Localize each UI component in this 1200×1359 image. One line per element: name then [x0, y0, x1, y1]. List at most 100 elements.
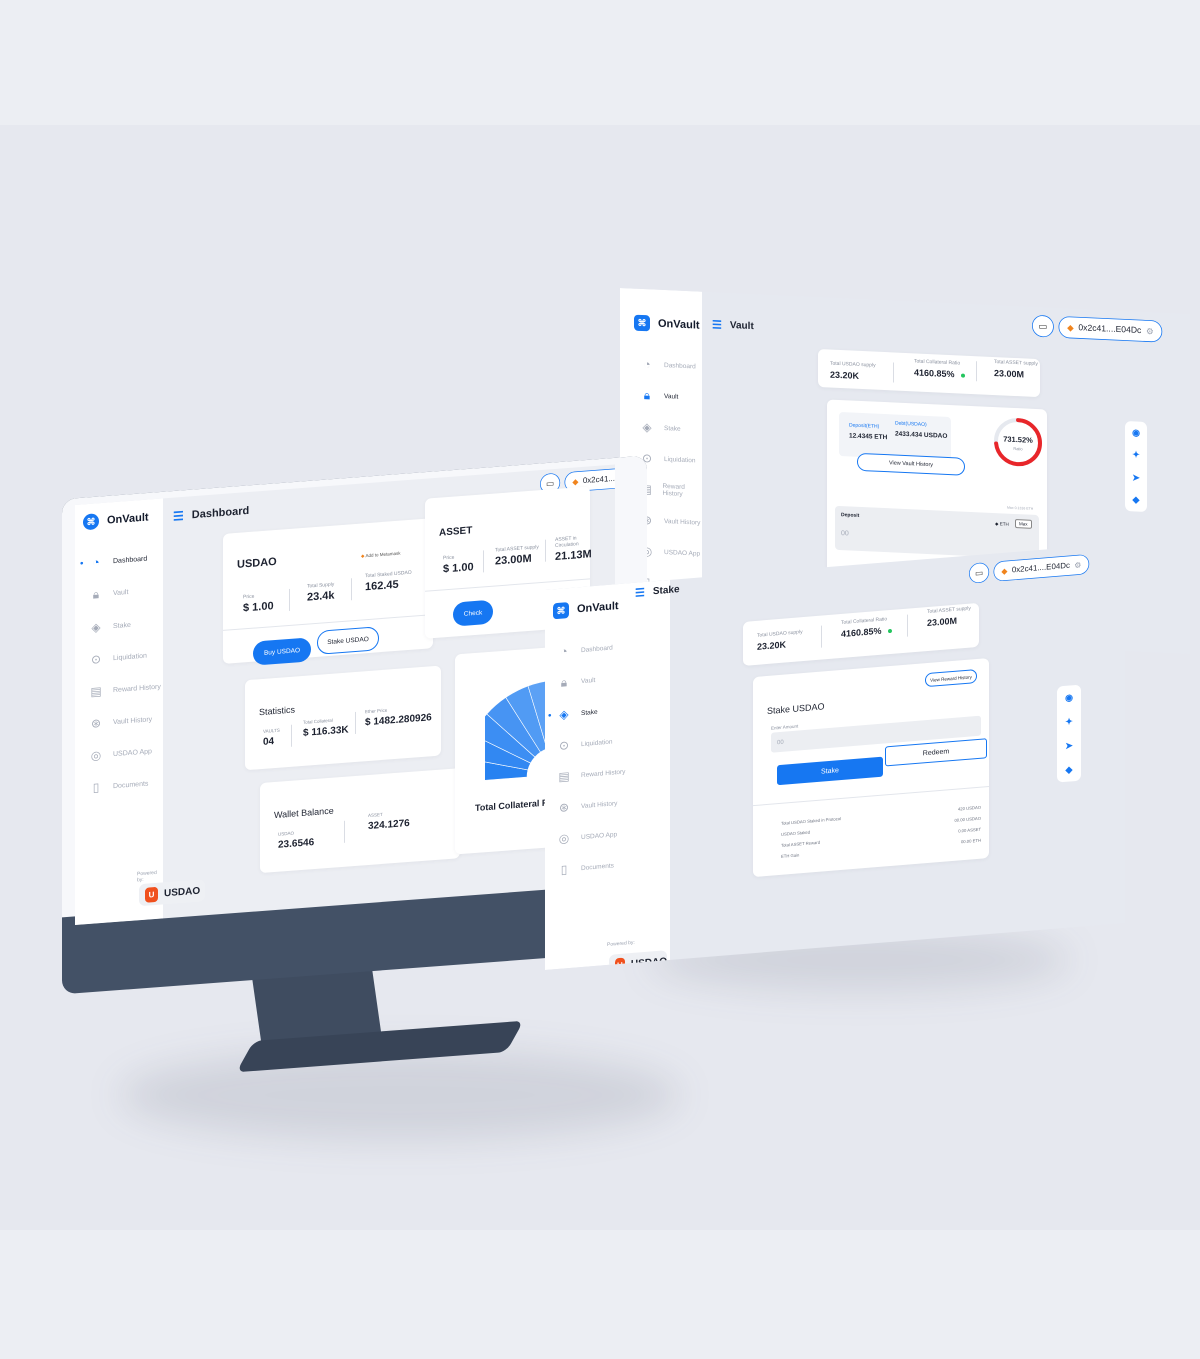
wallet-balance-card: Wallet Balance USDAO 23.6546 ASSET 324.127… — [260, 768, 460, 874]
gauge-icon: ◔ — [92, 555, 100, 570]
telegram-icon[interactable]: ➤ — [1132, 472, 1140, 483]
asset-circulation: ASSET in Circulation 21.13M — [555, 534, 592, 563]
nav-label: Documents — [113, 779, 149, 790]
view-reward-history-button[interactable]: View Reward History — [925, 669, 977, 688]
stat-value: 23.4k — [307, 589, 335, 604]
menu-icon[interactable]: ☰ — [173, 509, 184, 524]
powered-by-label: Powered by: — [607, 939, 635, 948]
document-icon: ▯ — [560, 862, 568, 877]
stat-label: ASSET in Circulation — [555, 535, 579, 549]
usdao-card: USDAO ◆ Add to Metamask Price $ 1.00 Tota… — [223, 518, 433, 666]
menu-icon[interactable]: ☰ — [635, 586, 645, 600]
wallet-widget: ▭ ◆ 0x2c41....E04Dc ⚙ — [969, 553, 1090, 584]
stat-total-collateral: Total Collateral $ 116.33K — [303, 716, 349, 739]
nav-label: Stake — [581, 708, 598, 717]
statistics-card: Statistics VAULTS 04 Total Collateral $ 11… — [245, 665, 441, 771]
nav-item-vault[interactable]: 🔒︎ Vault — [640, 388, 702, 406]
nav-label: Liquidation — [664, 455, 696, 464]
view-vault-history-button[interactable]: View Vault History — [857, 452, 965, 476]
twitter-icon[interactable]: ✦ — [1065, 716, 1073, 728]
nav-item-documents[interactable]: ▯ Documents — [89, 776, 161, 795]
stake-usdao-button[interactable]: Stake USDAO — [317, 626, 379, 655]
nav-item-dashboard[interactable]: ◔ Dashboard — [557, 639, 625, 659]
stat-value: 324.1276 — [368, 817, 410, 833]
nav-item-reward-history[interactable]: ▤Reward History — [89, 680, 161, 699]
nav-item-usdao-app[interactable]: ◎USDAO App — [640, 544, 702, 561]
nav-item-dashboard[interactable]: ◔ Dashboard — [640, 357, 702, 374]
nav-item-vault-history[interactable]: ⊛ Vault History — [640, 513, 702, 530]
stake-logo[interactable]: ⌘ OnVault — [553, 598, 619, 620]
stake-button[interactable]: Stake — [777, 756, 883, 786]
stat-usdao-supply: Total USDAO supply 23.20K — [757, 629, 803, 652]
nav-label: USDAO App — [664, 548, 701, 558]
nav-item-dashboard[interactable]: • ◔ Dashboard — [80, 551, 161, 570]
asset-supply: Total ASSET supply 23.00M — [495, 544, 539, 567]
receipt-icon: ▤ — [558, 769, 570, 784]
button-label: Buy USDAO — [263, 646, 301, 657]
wallet-address-button[interactable]: ◆ 0x2c41....E04Dc ⚙ — [993, 553, 1090, 582]
nav-item-vault[interactable]: 🔒︎ Vault — [89, 583, 161, 603]
backdrop-top — [0, 0, 1200, 125]
github-icon[interactable]: ◆ — [1133, 495, 1140, 506]
card-title: USDAO — [237, 555, 277, 571]
nav-item-vault-history[interactable]: ⊛ Vault History — [89, 712, 161, 731]
usdao-logo-icon: U — [145, 886, 158, 903]
logo-icon: ⌘ — [83, 513, 99, 531]
check-button[interactable]: Check — [453, 599, 493, 627]
divider — [289, 588, 290, 611]
currency-select[interactable]: ◆ ETH — [995, 521, 1009, 528]
nav-item-stake[interactable]: • ◈ Stake — [548, 702, 625, 722]
deposit-value: 12.4345 ETH — [849, 432, 888, 442]
nav-item-liquidation[interactable]: ⊙ Liquidation — [557, 733, 625, 753]
max-button[interactable]: Max — [1015, 519, 1032, 529]
nav-item-reward-history[interactable]: ▤Reward History — [640, 482, 702, 499]
stat-usdao-supply: Total USDAO supply 23.20K — [830, 361, 876, 382]
powered-by-label: Powered by: — [137, 869, 157, 884]
deposit-form: Deposit 00 ◆ ETH Max — [835, 505, 1039, 560]
card-divider — [753, 786, 989, 807]
discord-icon[interactable]: ◉ — [1065, 692, 1073, 704]
receipt-icon: ▤ — [90, 683, 102, 699]
nav-item-stake[interactable]: ◈ Stake — [89, 616, 161, 635]
vault-nav: ◔ Dashboard 🔒︎ Vault ◈ Stake ⊙Liquidation ▤… — [640, 357, 702, 592]
nav-item-vault-history[interactable]: ⊛ Vault History — [557, 795, 625, 815]
deposit-label: Deposit(ETH) — [849, 422, 880, 430]
vault-logo[interactable]: ⌘ OnVault — [634, 314, 700, 334]
nav-item-vault[interactable]: 🔒︎ Vault — [557, 670, 625, 691]
nav-label: USDAO App — [581, 830, 618, 841]
nav-item-documents[interactable]: ▯ Documents — [557, 857, 625, 877]
document-icon: ▯ — [92, 780, 100, 795]
add-metamask-label: Add to Metamask — [365, 550, 401, 559]
divider — [893, 362, 894, 383]
nav-item-liquidation[interactable]: ⊙ Liquidation — [89, 648, 161, 667]
deposit-input[interactable]: 00 — [841, 530, 849, 537]
app-icon: ◎ — [90, 748, 102, 763]
nav-item-liquidation[interactable]: ⊙ Liquidation — [640, 451, 702, 468]
menu-icon[interactable]: ☰ — [712, 318, 722, 331]
buy-usdao-button[interactable]: Buy USDAO — [253, 637, 311, 666]
wallet-address-button[interactable]: ◆ 0x2c41....E04Dc ⚙ — [1058, 315, 1163, 343]
telegram-icon[interactable]: ➤ — [1065, 740, 1073, 752]
stat-label: Total ASSET supply — [994, 359, 1038, 368]
nav-item-reward-history[interactable]: ▤Reward History — [557, 764, 625, 784]
layers-icon: ◈ — [642, 420, 652, 435]
discord-icon[interactable]: ◉ — [1132, 427, 1140, 438]
amount-placeholder: 00 — [777, 739, 784, 747]
dashboard-nav: • ◔ Dashboard 🔒︎ Vault ◈ Stake ⊙ Liquidation … — [80, 551, 161, 795]
window-icon[interactable]: ▭ — [1032, 314, 1054, 338]
nav-item-usdao-app[interactable]: ◎USDAO App — [89, 744, 161, 763]
twitter-icon[interactable]: ✦ — [1132, 450, 1140, 461]
logo-text: OnVault — [577, 600, 619, 616]
dashboard-logo[interactable]: ⌘ OnVault — [83, 509, 149, 531]
wallet-widget: ▭ ◆ 0x2c41....E04Dc ⚙ — [1032, 314, 1163, 343]
redeem-button[interactable]: Redeem — [885, 738, 987, 767]
divider — [291, 724, 292, 747]
github-icon[interactable]: ◆ — [1066, 764, 1073, 776]
stat-value: 23.00M — [495, 552, 532, 568]
nav-item-stake[interactable]: ◈ Stake — [640, 420, 702, 437]
nav-item-usdao-app[interactable]: ◎USDAO App — [557, 826, 625, 846]
status-dot — [887, 628, 892, 633]
add-to-metamask-button[interactable]: ◆ Add to Metamask — [361, 551, 401, 560]
usdao-brand[interactable]: U USDAO — [139, 879, 205, 907]
window-icon[interactable]: ▭ — [969, 562, 990, 584]
